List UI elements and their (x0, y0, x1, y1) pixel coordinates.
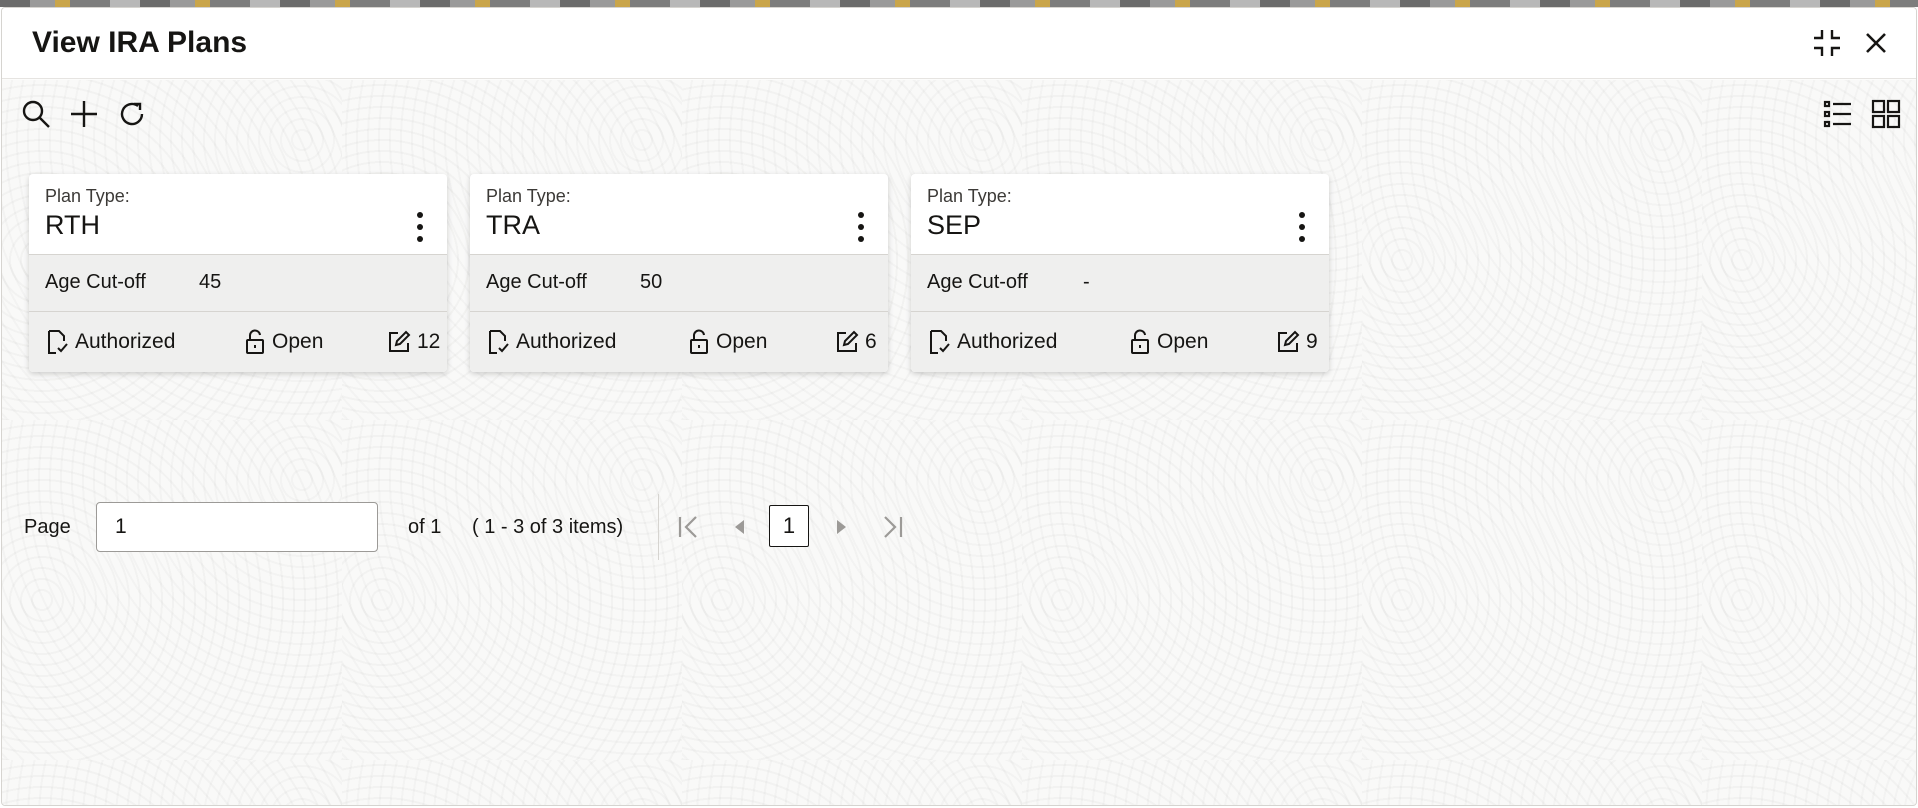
plus-icon[interactable] (68, 98, 100, 130)
collapse-icon[interactable] (1810, 26, 1844, 60)
card-footer: Authorized Open 12 (29, 312, 447, 372)
plan-type-value: TRA (486, 210, 540, 240)
kebab-menu-icon[interactable] (854, 210, 868, 244)
age-cutoff-value: - (1083, 271, 1090, 293)
page-label: Page (24, 516, 71, 538)
card-header: Plan Type: TRA (470, 174, 888, 255)
card-details: Age Cut-off - (911, 255, 1329, 312)
age-cutoff-label: Age Cut-off (486, 271, 587, 293)
age-cutoff-label: Age Cut-off (45, 271, 146, 293)
age-cutoff-label: Age Cut-off (927, 271, 1028, 293)
auth-status: Authorized (927, 328, 1057, 356)
record-status-text: Open (1157, 330, 1209, 353)
plan-type-label: Plan Type: (486, 186, 571, 206)
items-range-text: ( 1 - 3 of 3 items) (472, 516, 624, 538)
auth-status: Authorized (45, 328, 175, 356)
modification-count: 6 (835, 328, 877, 356)
record-status-text: Open (272, 330, 324, 353)
modification-count: 9 (1276, 328, 1318, 356)
age-cutoff-value: 45 (199, 271, 222, 293)
last-page-icon[interactable] (877, 512, 907, 542)
list-view-icon[interactable] (1822, 98, 1854, 130)
auth-status-text: Authorized (516, 330, 617, 353)
modification-count: 12 (387, 328, 440, 356)
page-input[interactable] (96, 502, 378, 552)
auth-status: Authorized (486, 328, 616, 356)
authorized-doc-icon (930, 330, 950, 354)
kebab-menu-icon[interactable] (413, 210, 427, 244)
first-page-icon[interactable] (674, 512, 704, 542)
card-header: Plan Type: RTH (29, 174, 447, 255)
authorized-doc-icon (489, 330, 509, 354)
grid-view-icon[interactable] (1870, 98, 1902, 130)
plan-type-label: Plan Type: (927, 186, 1012, 206)
age-cutoff-value: 50 (640, 271, 663, 293)
edit-icon (1278, 330, 1300, 352)
background-strip (0, 0, 1918, 7)
page-title: View IRA Plans (32, 26, 248, 59)
edit-icon (837, 330, 859, 352)
modification-count-text: 9 (1306, 330, 1318, 353)
plan-type-value: SEP (927, 210, 982, 240)
unlock-icon (1131, 329, 1149, 354)
card-footer: Authorized Open 6 (470, 312, 888, 372)
dialog-header: View IRA Plans (2, 8, 1916, 79)
plan-card[interactable]: Plan Type: SEP Age Cut-off - Authorized … (911, 174, 1329, 372)
plan-type-value: RTH (45, 210, 101, 240)
page-count-text: of 1 (408, 516, 442, 538)
auth-status-text: Authorized (957, 330, 1058, 353)
modification-count-text: 12 (417, 330, 441, 353)
record-status: Open (244, 328, 323, 356)
auth-status-text: Authorized (75, 330, 176, 353)
unlock-icon (690, 329, 708, 354)
pager-divider (658, 494, 659, 560)
search-icon[interactable] (20, 98, 52, 130)
plan-card[interactable]: Plan Type: TRA Age Cut-off 50 Authorized… (470, 174, 888, 372)
card-header: Plan Type: SEP (911, 174, 1329, 255)
card-details: Age Cut-off 50 (470, 255, 888, 312)
card-details: Age Cut-off 45 (29, 255, 447, 312)
edit-icon (389, 330, 411, 352)
next-page-icon[interactable] (826, 512, 856, 542)
refresh-icon[interactable] (116, 98, 148, 130)
card-footer: Authorized Open 9 (911, 312, 1329, 372)
plan-card[interactable]: Plan Type: RTH Age Cut-off 45 Authorized… (29, 174, 447, 372)
authorized-doc-icon (48, 330, 68, 354)
plan-type-label: Plan Type: (45, 186, 130, 206)
record-status: Open (1129, 328, 1208, 356)
modification-count-text: 6 (865, 330, 877, 353)
kebab-menu-icon[interactable] (1295, 210, 1309, 244)
record-status: Open (688, 328, 767, 356)
current-page-button[interactable]: 1 (769, 505, 809, 547)
dialog-window: View IRA Plans Plan Type: RTH Age Cut-of… (1, 7, 1917, 806)
unlock-icon (246, 329, 264, 354)
record-status-text: Open (716, 330, 768, 353)
previous-page-icon[interactable] (725, 512, 755, 542)
close-icon[interactable] (1859, 26, 1893, 60)
